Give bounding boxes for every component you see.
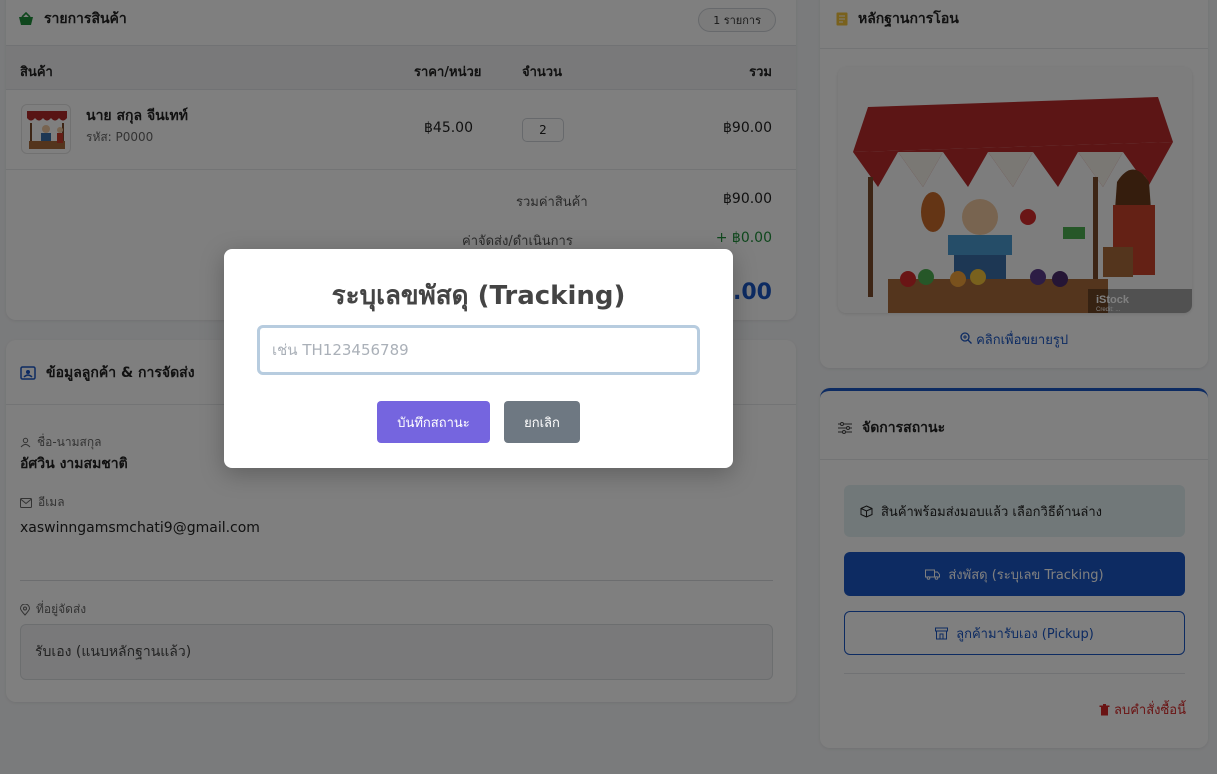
- tracking-modal: ระบุเลขพัสดุ (Tracking) บันทึกสถานะ ยกเล…: [224, 249, 733, 468]
- save-status-button[interactable]: บันทึกสถานะ: [377, 401, 490, 443]
- cancel-button[interactable]: ยกเลิก: [504, 401, 580, 443]
- modal-title: ระบุเลขพัสดุ (Tracking): [331, 281, 626, 311]
- tracking-number-input[interactable]: [257, 325, 700, 375]
